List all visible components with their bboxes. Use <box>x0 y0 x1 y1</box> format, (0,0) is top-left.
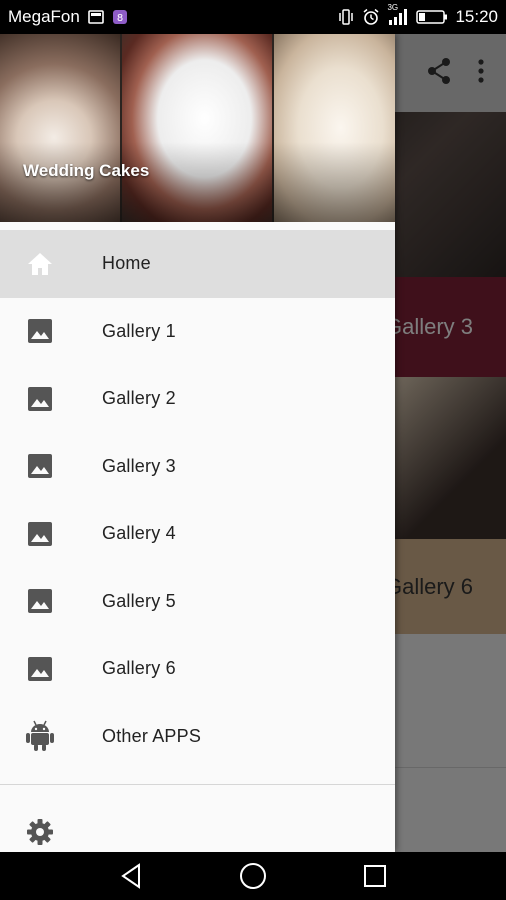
menu-item-gallery-6[interactable]: Gallery 6 <box>0 635 395 703</box>
navigation-drawer: Wedding Cakes Home Gallery 1 Gallery 2 G… <box>0 34 395 852</box>
clock: 15:20 <box>455 7 498 26</box>
home-circle-icon[interactable] <box>231 854 275 898</box>
menu-item-gallery-5[interactable]: Gallery 5 <box>0 568 395 636</box>
menu-item-label: Gallery 1 <box>102 320 176 341</box>
android-icon <box>0 720 80 752</box>
menu-item-label: Gallery 3 <box>102 455 176 476</box>
menu-item-gallery-1[interactable]: Gallery 1 <box>0 298 395 366</box>
app-notification-icon: 8 <box>112 9 128 25</box>
battery-icon <box>416 9 448 25</box>
menu-item-label: Gallery 4 <box>102 523 176 544</box>
image-icon <box>0 521 80 547</box>
vibrate-icon <box>337 9 355 25</box>
svg-text:8: 8 <box>117 13 123 24</box>
settings-icon[interactable] <box>0 814 80 850</box>
image-notification-icon <box>88 10 104 24</box>
menu-item-home[interactable]: Home <box>0 230 395 298</box>
menu-item-label: Gallery 6 <box>102 658 176 679</box>
menu-item-label: Other APPS <box>102 725 202 746</box>
image-icon <box>0 453 80 479</box>
alarm-icon <box>362 8 380 26</box>
menu-item-gallery-3[interactable]: Gallery 3 <box>0 433 395 501</box>
menu-item-label: Gallery 2 <box>102 388 176 409</box>
recents-icon[interactable] <box>353 854 397 898</box>
drawer-header: Wedding Cakes <box>0 34 395 222</box>
network-type: 3G <box>387 3 399 12</box>
system-nav-bar <box>0 852 506 900</box>
image-icon <box>0 386 80 412</box>
status-bar: MegaFon 8 3G 15:20 <box>0 0 506 34</box>
image-icon <box>0 318 80 344</box>
home-icon <box>0 252 80 276</box>
menu-item-label: Home <box>102 253 151 274</box>
header-shade <box>0 142 395 222</box>
signal-icon: 3G <box>387 3 409 25</box>
menu-item-label: Gallery 5 <box>102 590 176 611</box>
image-icon <box>0 588 80 614</box>
menu-item-gallery-2[interactable]: Gallery 2 <box>0 365 395 433</box>
image-icon <box>0 656 80 682</box>
carrier-name: MegaFon <box>8 7 80 26</box>
menu-item-other-apps[interactable]: Other APPS <box>0 703 395 771</box>
back-icon[interactable] <box>109 854 153 898</box>
drawer-divider <box>0 784 395 785</box>
drawer-menu: Home Gallery 1 Gallery 2 Gallery 3 Galle… <box>0 230 395 770</box>
menu-item-gallery-4[interactable]: Gallery 4 <box>0 500 395 568</box>
drawer-title: Wedding Cakes <box>23 161 150 180</box>
